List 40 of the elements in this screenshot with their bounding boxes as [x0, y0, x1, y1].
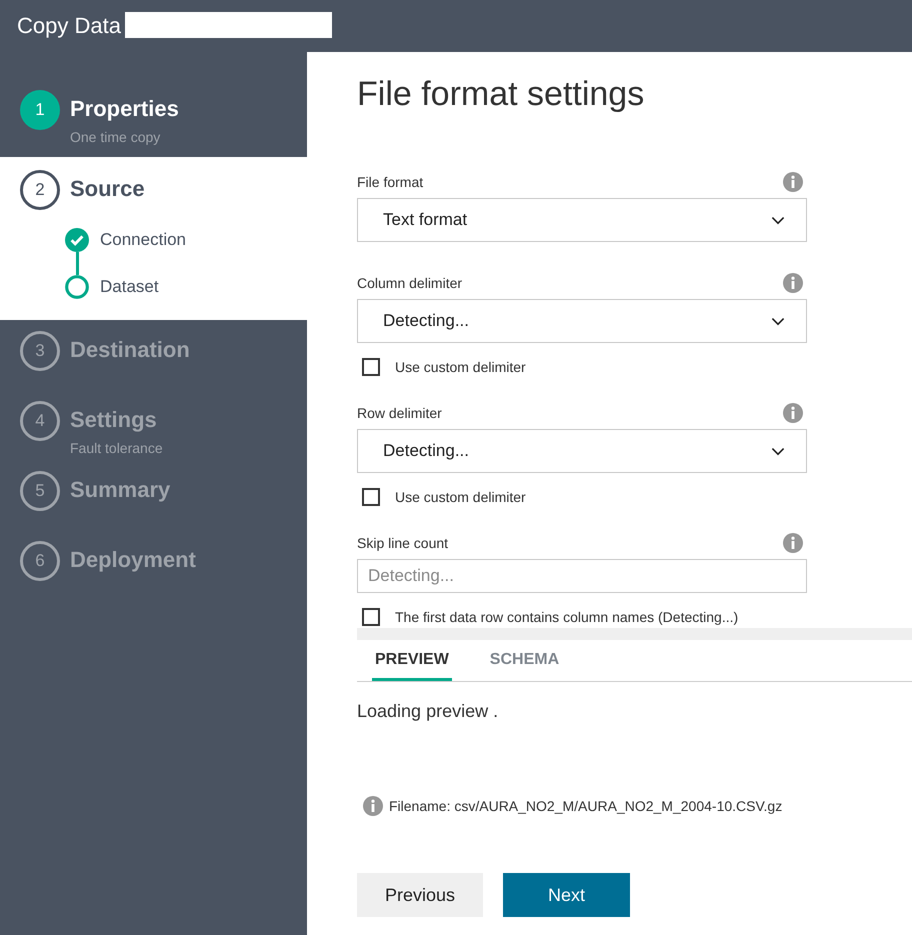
previous-button[interactable]: Previous: [357, 873, 483, 917]
field-label: Column delimiter: [357, 275, 462, 291]
info-icon: [783, 533, 803, 553]
step-number: 5: [20, 471, 60, 511]
next-button[interactable]: Next: [503, 873, 630, 917]
dropdown[interactable]: Text format: [357, 198, 807, 242]
step-title[interactable]: Properties: [70, 96, 179, 122]
input-field[interactable]: Detecting...: [357, 559, 807, 593]
dropdown[interactable]: Detecting...: [357, 429, 807, 473]
tab[interactable]: PREVIEW: [372, 640, 452, 681]
step-subtitle: Fault tolerance: [70, 439, 163, 457]
checkbox-label: Use custom delimiter: [395, 358, 526, 376]
substep-label[interactable]: Connection: [100, 230, 186, 250]
loading-text: Loading preview .: [357, 700, 500, 723]
page-title: File format settings: [357, 74, 646, 114]
filename-text: Filename: csv/AURA_NO2_M/AURA_NO2_M_2004-10.CSV.gz: [389, 798, 782, 814]
field-label: File format: [357, 174, 424, 190]
checkbox-label: The first data row contains column names (Detecting...): [395, 608, 738, 626]
tab[interactable]: SCHEMA: [486, 640, 562, 681]
info-icon: [783, 273, 803, 293]
connector-line: [76, 252, 78, 275]
step-number: 3: [20, 331, 60, 371]
step-number: 6: [20, 541, 60, 581]
step-subtitle: One time copy: [70, 128, 162, 146]
field-label: Row delimiter: [357, 405, 442, 421]
step-number: 2: [20, 170, 60, 210]
dropdown[interactable]: Detecting...: [357, 299, 807, 343]
info-icon: [783, 403, 803, 423]
checkbox[interactable]: [362, 358, 380, 376]
step-title[interactable]: Source: [70, 176, 145, 202]
step-number: 4: [20, 401, 60, 441]
step-number: 1: [20, 90, 60, 130]
checkbox[interactable]: [362, 488, 380, 506]
app-title: Copy Data: [17, 13, 121, 39]
info-icon: [783, 172, 803, 192]
checkbox[interactable]: [362, 608, 380, 626]
substep-label[interactable]: Dataset: [100, 277, 159, 297]
checkbox-label: Use custom delimiter: [395, 488, 526, 506]
info-icon: [363, 796, 383, 816]
field-label: Skip line count: [357, 535, 448, 551]
